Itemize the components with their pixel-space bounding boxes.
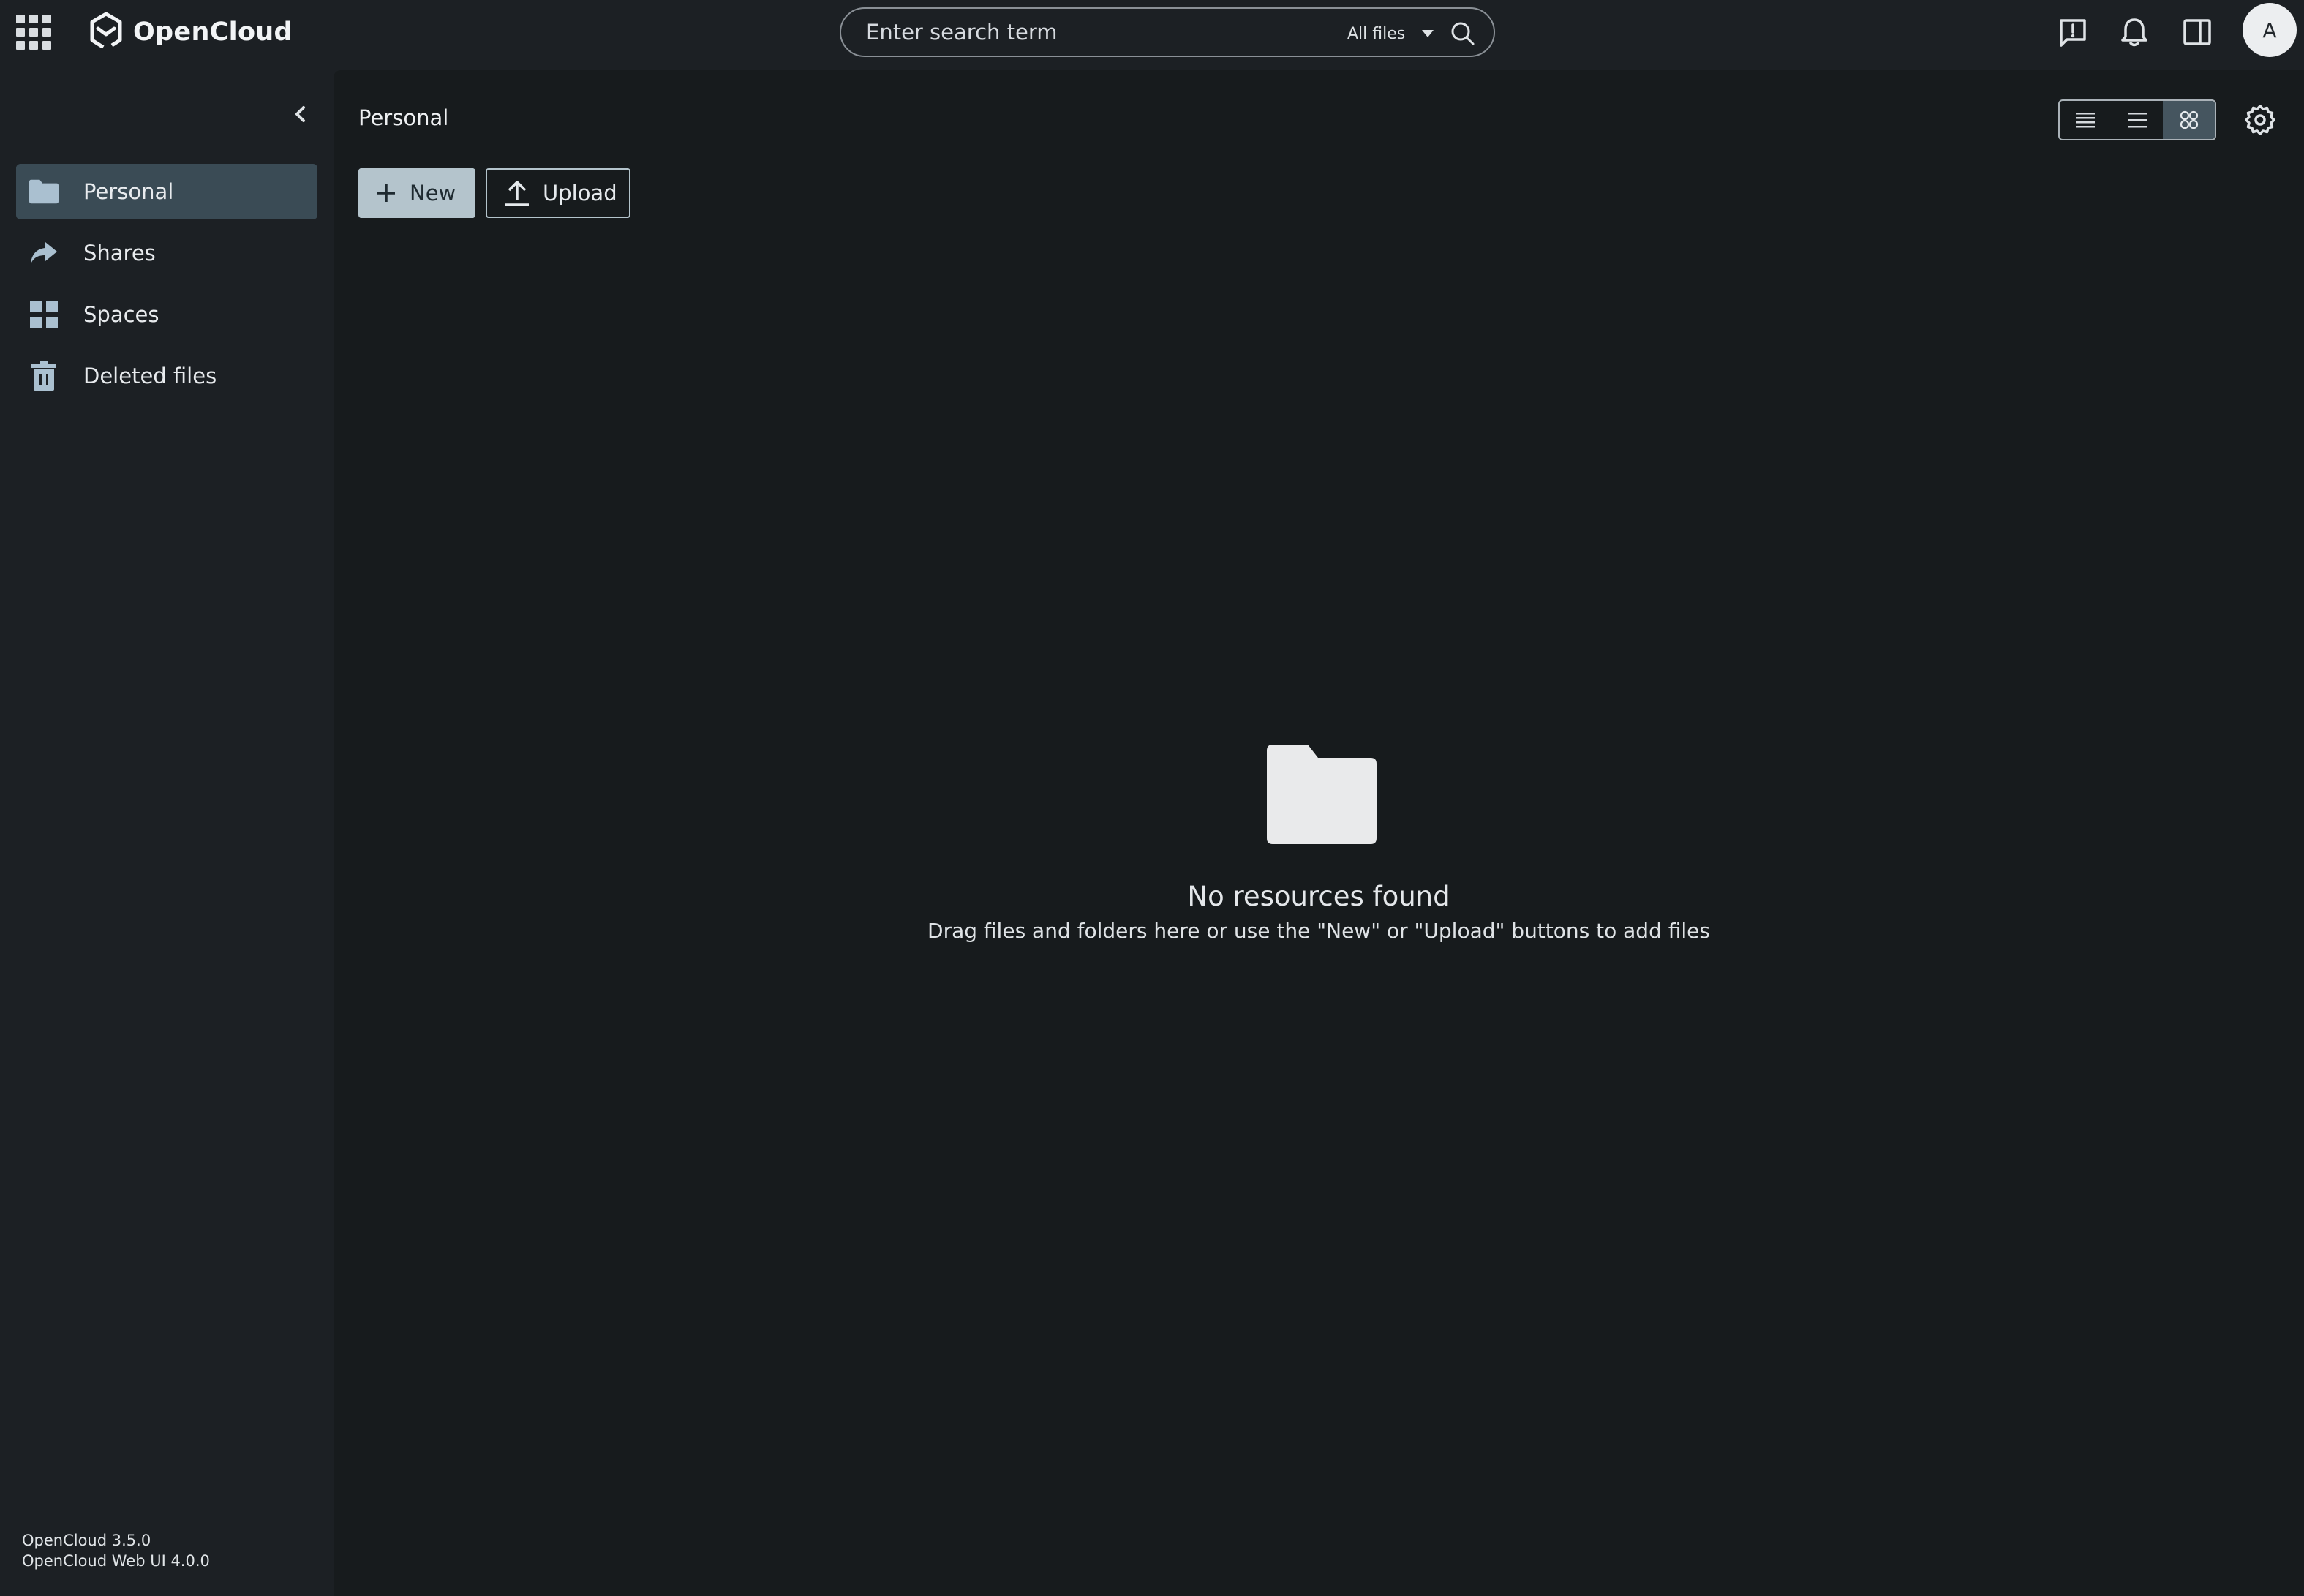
share-arrow-icon: [31, 242, 57, 264]
breadcrumb[interactable]: Personal: [358, 105, 448, 130]
bell-icon[interactable]: [2118, 16, 2150, 48]
app-switcher-icon[interactable]: [15, 13, 53, 51]
sidebar-item-spaces[interactable]: Spaces: [16, 287, 317, 342]
empty-state: No resources found Drag files and folder…: [334, 70, 2304, 1596]
view-mode-switcher: [2058, 99, 2216, 140]
backend-version: OpenCloud 3.5.0: [22, 1532, 151, 1549]
empty-state-message: Drag files and folders here or use the "…: [927, 919, 1710, 943]
view-table-button[interactable]: [2112, 101, 2164, 139]
empty-state-title: No resources found: [1187, 881, 1450, 912]
upload-icon: [505, 181, 529, 206]
search-input[interactable]: [865, 18, 1303, 47]
search-scope-dropdown[interactable]: All files: [1347, 19, 1434, 48]
web-ui-version: OpenCloud Web UI 4.0.0: [22, 1552, 210, 1570]
user-avatar[interactable]: A: [2243, 3, 2297, 57]
sidebar-item-label: Deleted files: [83, 364, 217, 388]
sidebar-item-label: Spaces: [83, 302, 159, 327]
sidebar-item-label: Personal: [83, 179, 174, 204]
tiles-icon: [2180, 110, 2198, 129]
sidebar-item-deleted-files[interactable]: Deleted files: [16, 348, 317, 404]
folder-icon: [29, 179, 59, 204]
brand[interactable]: OpenCloud: [88, 10, 293, 54]
sidebar: Personal Shares Spaces Deleted files Ope…: [0, 70, 334, 1596]
opencloud-logo-icon: [90, 12, 122, 51]
top-bar: OpenCloud All files: [0, 0, 2304, 64]
new-button[interactable]: New: [358, 168, 475, 218]
plus-icon: [377, 184, 395, 202]
view-condensed-table-button[interactable]: [2060, 101, 2112, 139]
upload-button[interactable]: Upload: [486, 168, 630, 218]
search-icon[interactable]: [1450, 20, 1476, 47]
condensed-list-icon: [2076, 113, 2096, 128]
sidebar-item-personal[interactable]: Personal: [16, 164, 317, 219]
search-scope-label: All files: [1347, 24, 1406, 43]
search-bar: All files: [840, 7, 1495, 57]
app-root: OpenCloud All files: [0, 0, 2304, 1596]
upload-button-label: Upload: [543, 181, 617, 206]
caret-down-icon: [1422, 30, 1434, 37]
trash-icon: [31, 361, 56, 391]
view-tiles-button[interactable]: [2163, 101, 2215, 139]
sidebar-item-label: Shares: [83, 241, 156, 266]
new-button-label: New: [410, 181, 456, 206]
sidebar-item-shares[interactable]: Shares: [16, 225, 317, 281]
feedback-icon[interactable]: [2057, 16, 2089, 48]
grid-icon: [30, 301, 58, 328]
list-icon: [2128, 113, 2147, 128]
folder-icon: [1267, 745, 1377, 844]
side-panel-toggle-icon[interactable]: [2181, 16, 2213, 48]
collapse-sidebar-icon[interactable]: [290, 102, 310, 126]
app-name: OpenCloud: [133, 18, 293, 47]
gear-icon[interactable]: [2243, 102, 2278, 138]
files-view: Personal New Upload No resources found D…: [334, 70, 2304, 1596]
